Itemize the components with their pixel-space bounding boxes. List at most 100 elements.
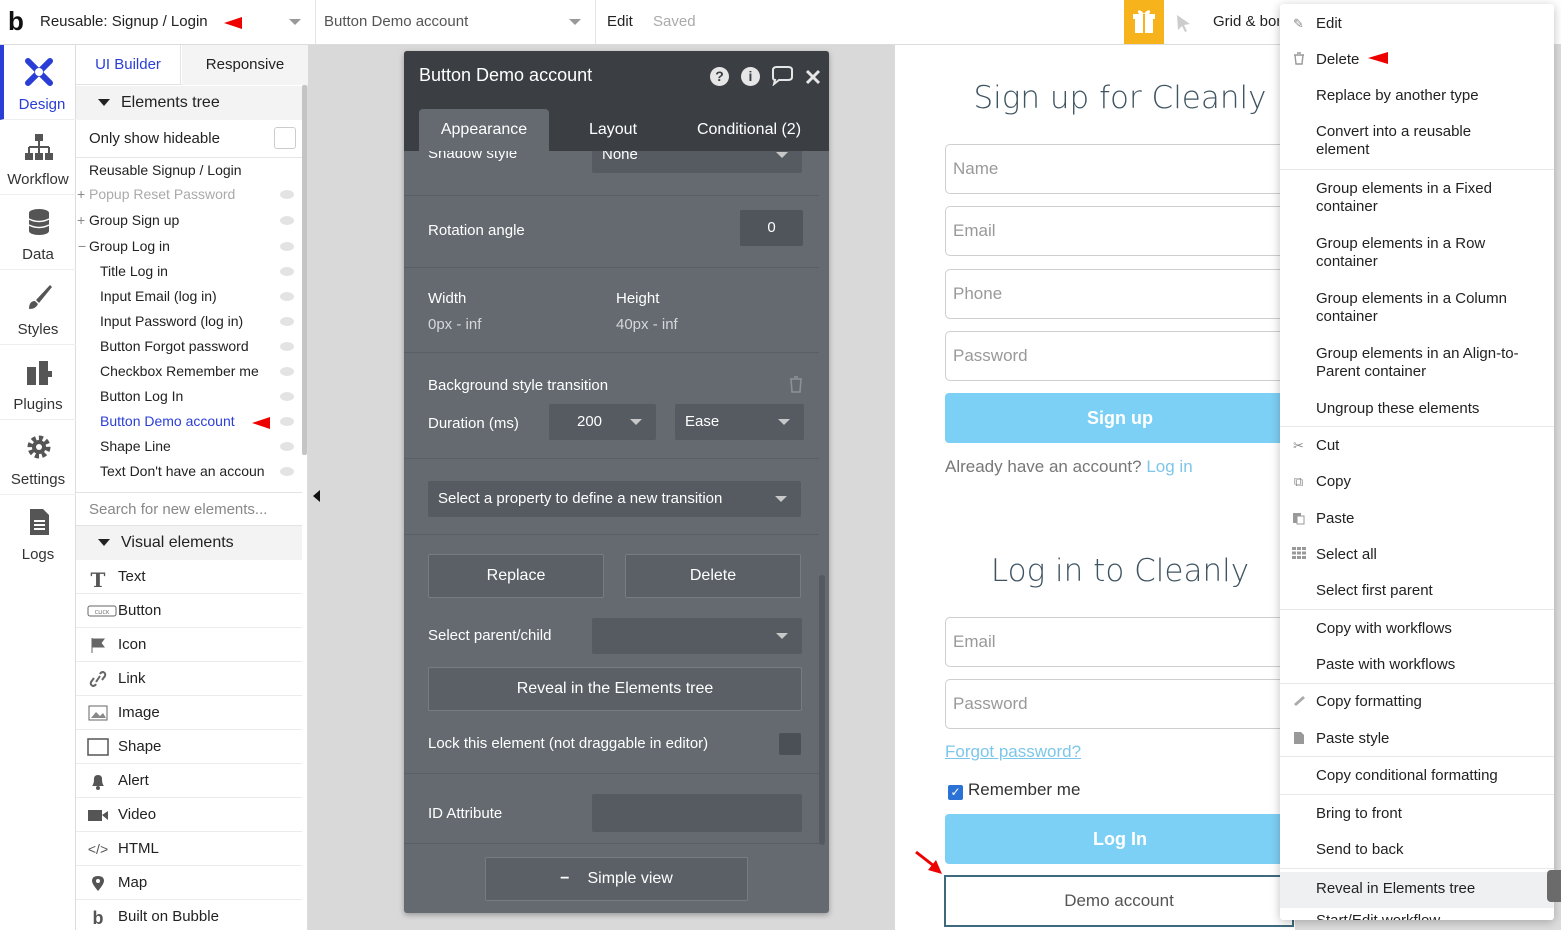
menu-paste-with-workflows[interactable]: Paste with workflows xyxy=(1280,656,1554,674)
eye-icon[interactable] xyxy=(280,442,294,451)
grid-borders-toggle[interactable]: Grid & borders xyxy=(1213,0,1279,44)
tree-item[interactable]: Button Forgot password xyxy=(76,334,302,359)
menu-group-column[interactable]: Group elements in a Column container xyxy=(1280,290,1554,326)
gift-button[interactable] xyxy=(1124,0,1164,44)
new-transition-select[interactable]: Select a property to define a new transi… xyxy=(428,481,801,517)
only-hideable-checkbox[interactable] xyxy=(274,127,296,149)
comment-icon[interactable] xyxy=(770,66,794,86)
eye-icon[interactable] xyxy=(280,242,294,251)
tab-appearance[interactable]: Appearance xyxy=(419,109,549,151)
trash-icon[interactable] xyxy=(788,375,804,393)
menu-replace-type[interactable]: Replace by another type xyxy=(1280,87,1554,105)
info-icon[interactable]: i xyxy=(741,67,760,86)
menu-copy[interactable]: ⧉ Copy xyxy=(1280,473,1554,491)
menu-copy-conditional[interactable]: Copy conditional formatting xyxy=(1280,767,1554,785)
duration-select[interactable]: 200 xyxy=(549,404,656,440)
tree-item[interactable]: Reusable Signup / Login xyxy=(76,158,302,183)
delete-button[interactable]: Delete xyxy=(625,554,801,598)
menu-copy-formatting[interactable]: Copy formatting xyxy=(1280,693,1554,711)
visual-element-html[interactable]: </> HTML xyxy=(76,832,302,866)
nav-settings[interactable]: Settings xyxy=(0,420,76,495)
tab-responsive[interactable]: Responsive xyxy=(182,45,308,85)
tree-item[interactable]: − Group Log in xyxy=(76,234,302,259)
menu-cut[interactable]: ✂ Cut xyxy=(1280,437,1554,455)
menu-convert-reusable[interactable]: Convert into a reusable element xyxy=(1280,123,1554,159)
collapse-panel-icon[interactable] xyxy=(313,490,320,502)
visual-element-alert[interactable]: Alert xyxy=(76,764,302,798)
login-link[interactable]: Log in xyxy=(1146,457,1192,476)
help-icon[interactable]: ? xyxy=(710,67,729,86)
lock-element-checkbox[interactable] xyxy=(779,733,801,755)
nav-plugins[interactable]: Plugins xyxy=(0,345,76,420)
property-scrollbar[interactable] xyxy=(819,575,825,845)
close-icon[interactable] xyxy=(805,69,821,85)
password-input[interactable]: Password xyxy=(945,331,1295,381)
eye-icon[interactable] xyxy=(280,392,294,401)
edit-menu[interactable]: Edit xyxy=(607,0,633,44)
property-editor-header[interactable]: Button Demo account ? i xyxy=(404,51,829,101)
tab-layout[interactable]: Layout xyxy=(568,109,658,151)
tree-item[interactable]: Checkbox Remember me xyxy=(76,359,302,384)
visual-element-icon[interactable]: Icon xyxy=(76,628,302,662)
login-title[interactable]: Log in to Cleanly xyxy=(945,553,1295,589)
menu-edit[interactable]: ✎ Edit xyxy=(1280,15,1554,33)
side-panel-tab[interactable] xyxy=(1547,870,1561,902)
visual-element-map[interactable]: Map xyxy=(76,866,302,900)
nav-logs[interactable]: Logs xyxy=(0,495,76,570)
remember-me-checkbox[interactable]: ✓ Remember me xyxy=(948,780,1080,800)
eye-icon[interactable] xyxy=(280,417,294,426)
nav-styles[interactable]: Styles xyxy=(0,270,76,345)
menu-bring-to-front[interactable]: Bring to front xyxy=(1280,805,1554,823)
forgot-password-link[interactable]: Forgot password? xyxy=(945,742,1081,762)
nav-design[interactable]: Design xyxy=(0,45,76,120)
tree-item[interactable]: Text Don't have an accoun xyxy=(76,459,302,484)
menu-send-to-back[interactable]: Send to back xyxy=(1280,841,1554,859)
menu-group-fixed[interactable]: Group elements in a Fixed container xyxy=(1280,180,1554,216)
page-selector[interactable]: Reusable: Signup / Login xyxy=(32,0,316,44)
phone-input[interactable]: Phone xyxy=(945,269,1295,319)
email-input[interactable]: Email xyxy=(945,206,1295,256)
tab-ui-builder[interactable]: UI Builder xyxy=(76,45,181,85)
login-password-input[interactable]: Password xyxy=(945,679,1295,729)
easing-select[interactable]: Ease xyxy=(675,404,804,440)
menu-select-all[interactable]: Select all xyxy=(1280,546,1554,564)
eye-icon[interactable] xyxy=(280,467,294,476)
menu-paste-style[interactable]: Paste style xyxy=(1280,730,1554,748)
nav-data[interactable]: Data xyxy=(0,195,76,270)
nav-workflow[interactable]: Workflow xyxy=(0,120,76,195)
signup-title[interactable]: Sign up for Cleanly xyxy=(945,80,1295,116)
rotation-angle-input[interactable]: 0 xyxy=(740,210,803,246)
menu-reveal-in-tree[interactable]: Reveal in Elements tree xyxy=(1280,880,1554,898)
elements-tree-header[interactable]: Elements tree xyxy=(76,86,302,120)
parent-child-select[interactable] xyxy=(592,618,802,654)
eye-icon[interactable] xyxy=(280,317,294,326)
eye-icon[interactable] xyxy=(280,190,294,199)
tree-item[interactable]: + Popup Reset Password xyxy=(76,182,302,207)
login-email-input[interactable]: Email xyxy=(945,617,1295,667)
collapse-icon[interactable]: − xyxy=(78,234,86,259)
visual-element-link[interactable]: Link xyxy=(76,662,302,696)
replace-button[interactable]: Replace xyxy=(428,554,604,598)
eye-icon[interactable] xyxy=(280,267,294,276)
visual-element-image[interactable]: Image xyxy=(76,696,302,730)
tree-item[interactable]: Input Email (log in) xyxy=(76,284,302,309)
tree-item[interactable]: Title Log in xyxy=(76,259,302,284)
menu-delete[interactable]: Delete xyxy=(1280,51,1554,69)
id-attribute-input[interactable] xyxy=(592,794,802,832)
simple-view-button[interactable]: − Simple view xyxy=(485,857,748,901)
menu-copy-with-workflows[interactable]: Copy with workflows xyxy=(1280,620,1554,638)
visual-element-built-on-bubble[interactable]: b Built on Bubble xyxy=(76,900,302,930)
visual-element-button[interactable]: CLICK Button xyxy=(76,594,302,628)
element-selector[interactable]: Button Demo account xyxy=(316,0,596,44)
login-button[interactable]: Log In xyxy=(945,814,1295,864)
expand-icon[interactable]: + xyxy=(77,208,85,233)
eye-icon[interactable] xyxy=(280,292,294,301)
signup-button[interactable]: Sign up xyxy=(945,393,1295,443)
eye-icon[interactable] xyxy=(280,342,294,351)
name-input[interactable]: Name xyxy=(945,144,1295,194)
tree-item[interactable]: Input Password (log in) xyxy=(76,309,302,334)
tree-item[interactable]: + Group Sign up xyxy=(76,208,302,233)
eye-icon[interactable] xyxy=(280,216,294,225)
menu-start-edit-workflow[interactable]: Start/Edit workflow xyxy=(1280,912,1554,920)
tree-item[interactable]: Button Log In xyxy=(76,384,302,409)
